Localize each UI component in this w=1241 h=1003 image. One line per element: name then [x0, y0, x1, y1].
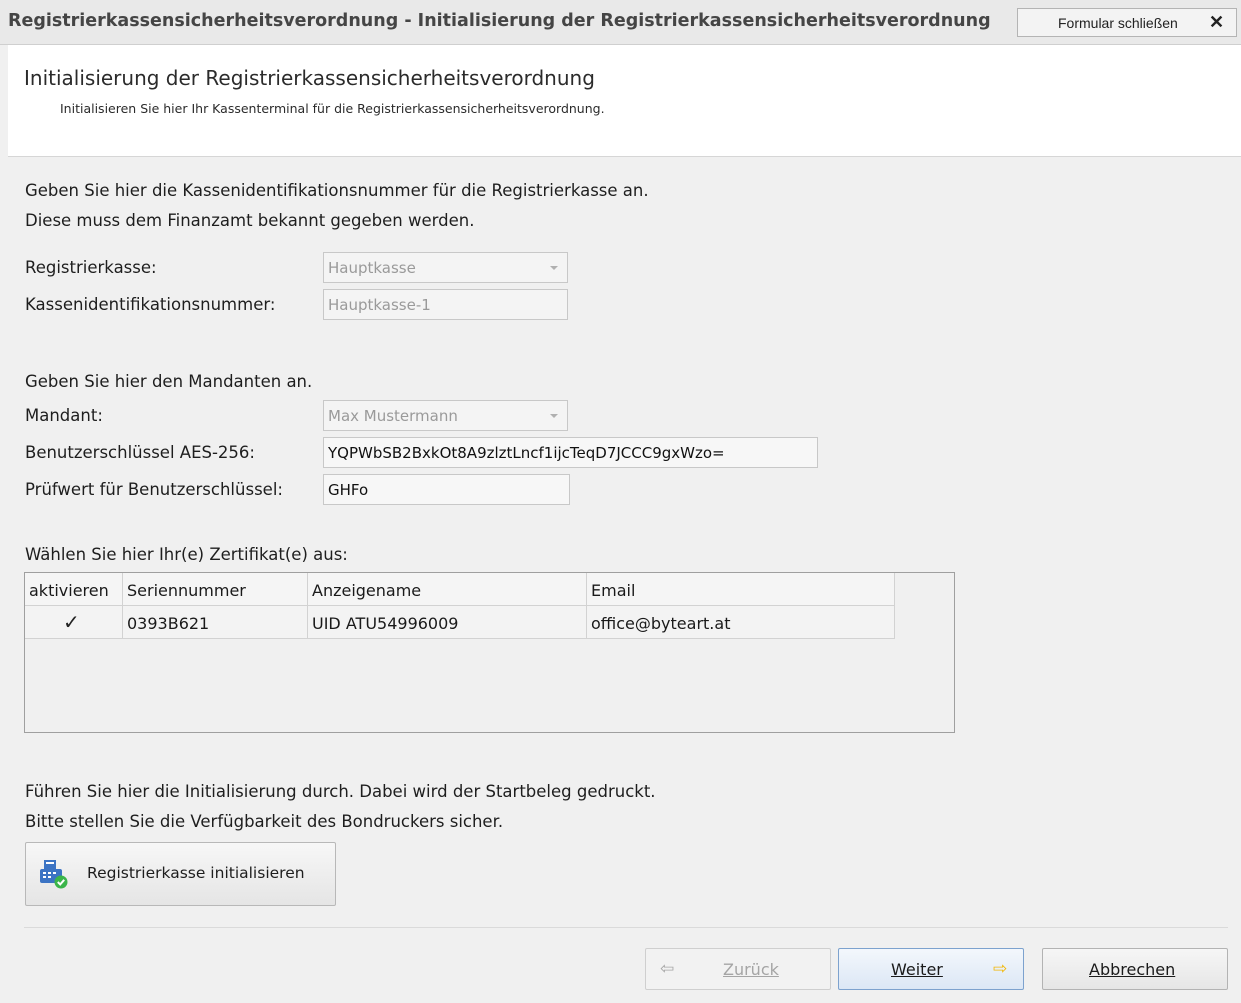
check-value-label: Prüfwert für Benutzerschlüssel: — [25, 480, 283, 499]
user-key-value: YQPWbSB2BxkOt8A9zlztLncf1ijcTeqD7JCCC9gx… — [328, 444, 725, 462]
column-header-display-name[interactable]: Anzeigename — [308, 573, 587, 605]
cash-id-field[interactable]: Hauptkasse-1 — [323, 289, 568, 320]
initialize-register-label: Registrierkasse initialisieren — [87, 864, 305, 882]
window-title: Registrierkassensicherheitsverordnung - … — [8, 11, 991, 31]
check-value-value: GHFo — [328, 481, 369, 499]
title-bar: Registrierkassensicherheitsverordnung - … — [0, 0, 1241, 45]
header-panel: Initialisierung der Registrierkassensich… — [8, 45, 1241, 157]
register-value: Hauptkasse — [328, 259, 416, 277]
footer-divider — [24, 927, 1228, 928]
user-key-field[interactable]: YQPWbSB2BxkOt8A9zlztLncf1ijcTeqD7JCCC9gx… — [323, 437, 818, 468]
column-header-activate[interactable]: aktivieren — [25, 573, 123, 605]
register-label: Registrierkasse: — [25, 258, 157, 277]
close-form-label: Formular schließen — [1058, 15, 1178, 31]
email-cell: office@byteart.at — [587, 606, 895, 638]
client-intro: Geben Sie hier den Mandanten an. — [25, 372, 313, 391]
client-dropdown[interactable]: Max Mustermann — [323, 400, 568, 431]
register-intro-line2: Diese muss dem Finanzamt bekannt gegeben… — [25, 211, 475, 230]
certificate-table[interactable]: aktivieren Seriennummer Anzeigename Emai… — [24, 572, 955, 733]
chevron-down-icon — [550, 266, 558, 270]
client-label: Mandant: — [25, 406, 103, 425]
next-label: Weiter — [891, 960, 943, 979]
display-name-cell: UID ATU54996009 — [308, 606, 587, 638]
user-key-label: Benutzerschlüssel AES-256: — [25, 443, 255, 462]
close-icon: ✕ — [1209, 12, 1225, 32]
register-dropdown[interactable]: Hauptkasse — [323, 252, 568, 283]
back-label: Zurück — [723, 960, 779, 979]
close-form-button[interactable]: Formular schließen ✕ — [1017, 8, 1237, 37]
check-value-field[interactable]: GHFo — [323, 474, 570, 505]
serial-cell: 0393B621 — [123, 606, 308, 638]
init-info-line1: Führen Sie hier die Initialisierung durc… — [25, 782, 656, 801]
chevron-down-icon — [550, 414, 558, 418]
cancel-button[interactable]: Abbrechen — [1042, 948, 1228, 990]
register-intro-line1: Geben Sie hier die Kassenidentifikations… — [25, 181, 649, 200]
init-info-line2: Bitte stellen Sie die Verfügbarkeit des … — [25, 812, 504, 831]
arrow-left-icon: ⇦ — [660, 959, 675, 979]
activate-checkbox[interactable]: ✓ — [63, 610, 80, 634]
cash-register-icon — [40, 860, 68, 889]
cash-id-label: Kassenidentifikationsnummer: — [25, 295, 276, 314]
client-value: Max Mustermann — [328, 407, 458, 425]
column-header-serial[interactable]: Seriennummer — [123, 573, 308, 605]
cancel-label: Abbrechen — [1089, 960, 1176, 979]
back-button[interactable]: ⇦ Zurück — [645, 948, 831, 990]
table-row[interactable]: ✓ 0393B621 UID ATU54996009 office@bytear… — [25, 606, 895, 639]
column-header-email[interactable]: Email — [587, 573, 895, 605]
page-title: Initialisierung der Registrierkassensich… — [24, 66, 595, 90]
next-button[interactable]: Weiter ⇨ — [838, 948, 1024, 990]
page-subtitle: Initialisieren Sie hier Ihr Kassentermin… — [60, 101, 605, 116]
activate-cell: ✓ — [25, 606, 123, 638]
cash-id-value: Hauptkasse-1 — [328, 296, 431, 314]
table-header: aktivieren Seriennummer Anzeigename Emai… — [25, 573, 895, 606]
initialize-register-button[interactable]: Registrierkasse initialisieren — [25, 842, 336, 906]
arrow-right-icon: ⇨ — [993, 959, 1008, 979]
certs-intro: Wählen Sie hier Ihr(e) Zertifikat(e) aus… — [25, 545, 348, 564]
